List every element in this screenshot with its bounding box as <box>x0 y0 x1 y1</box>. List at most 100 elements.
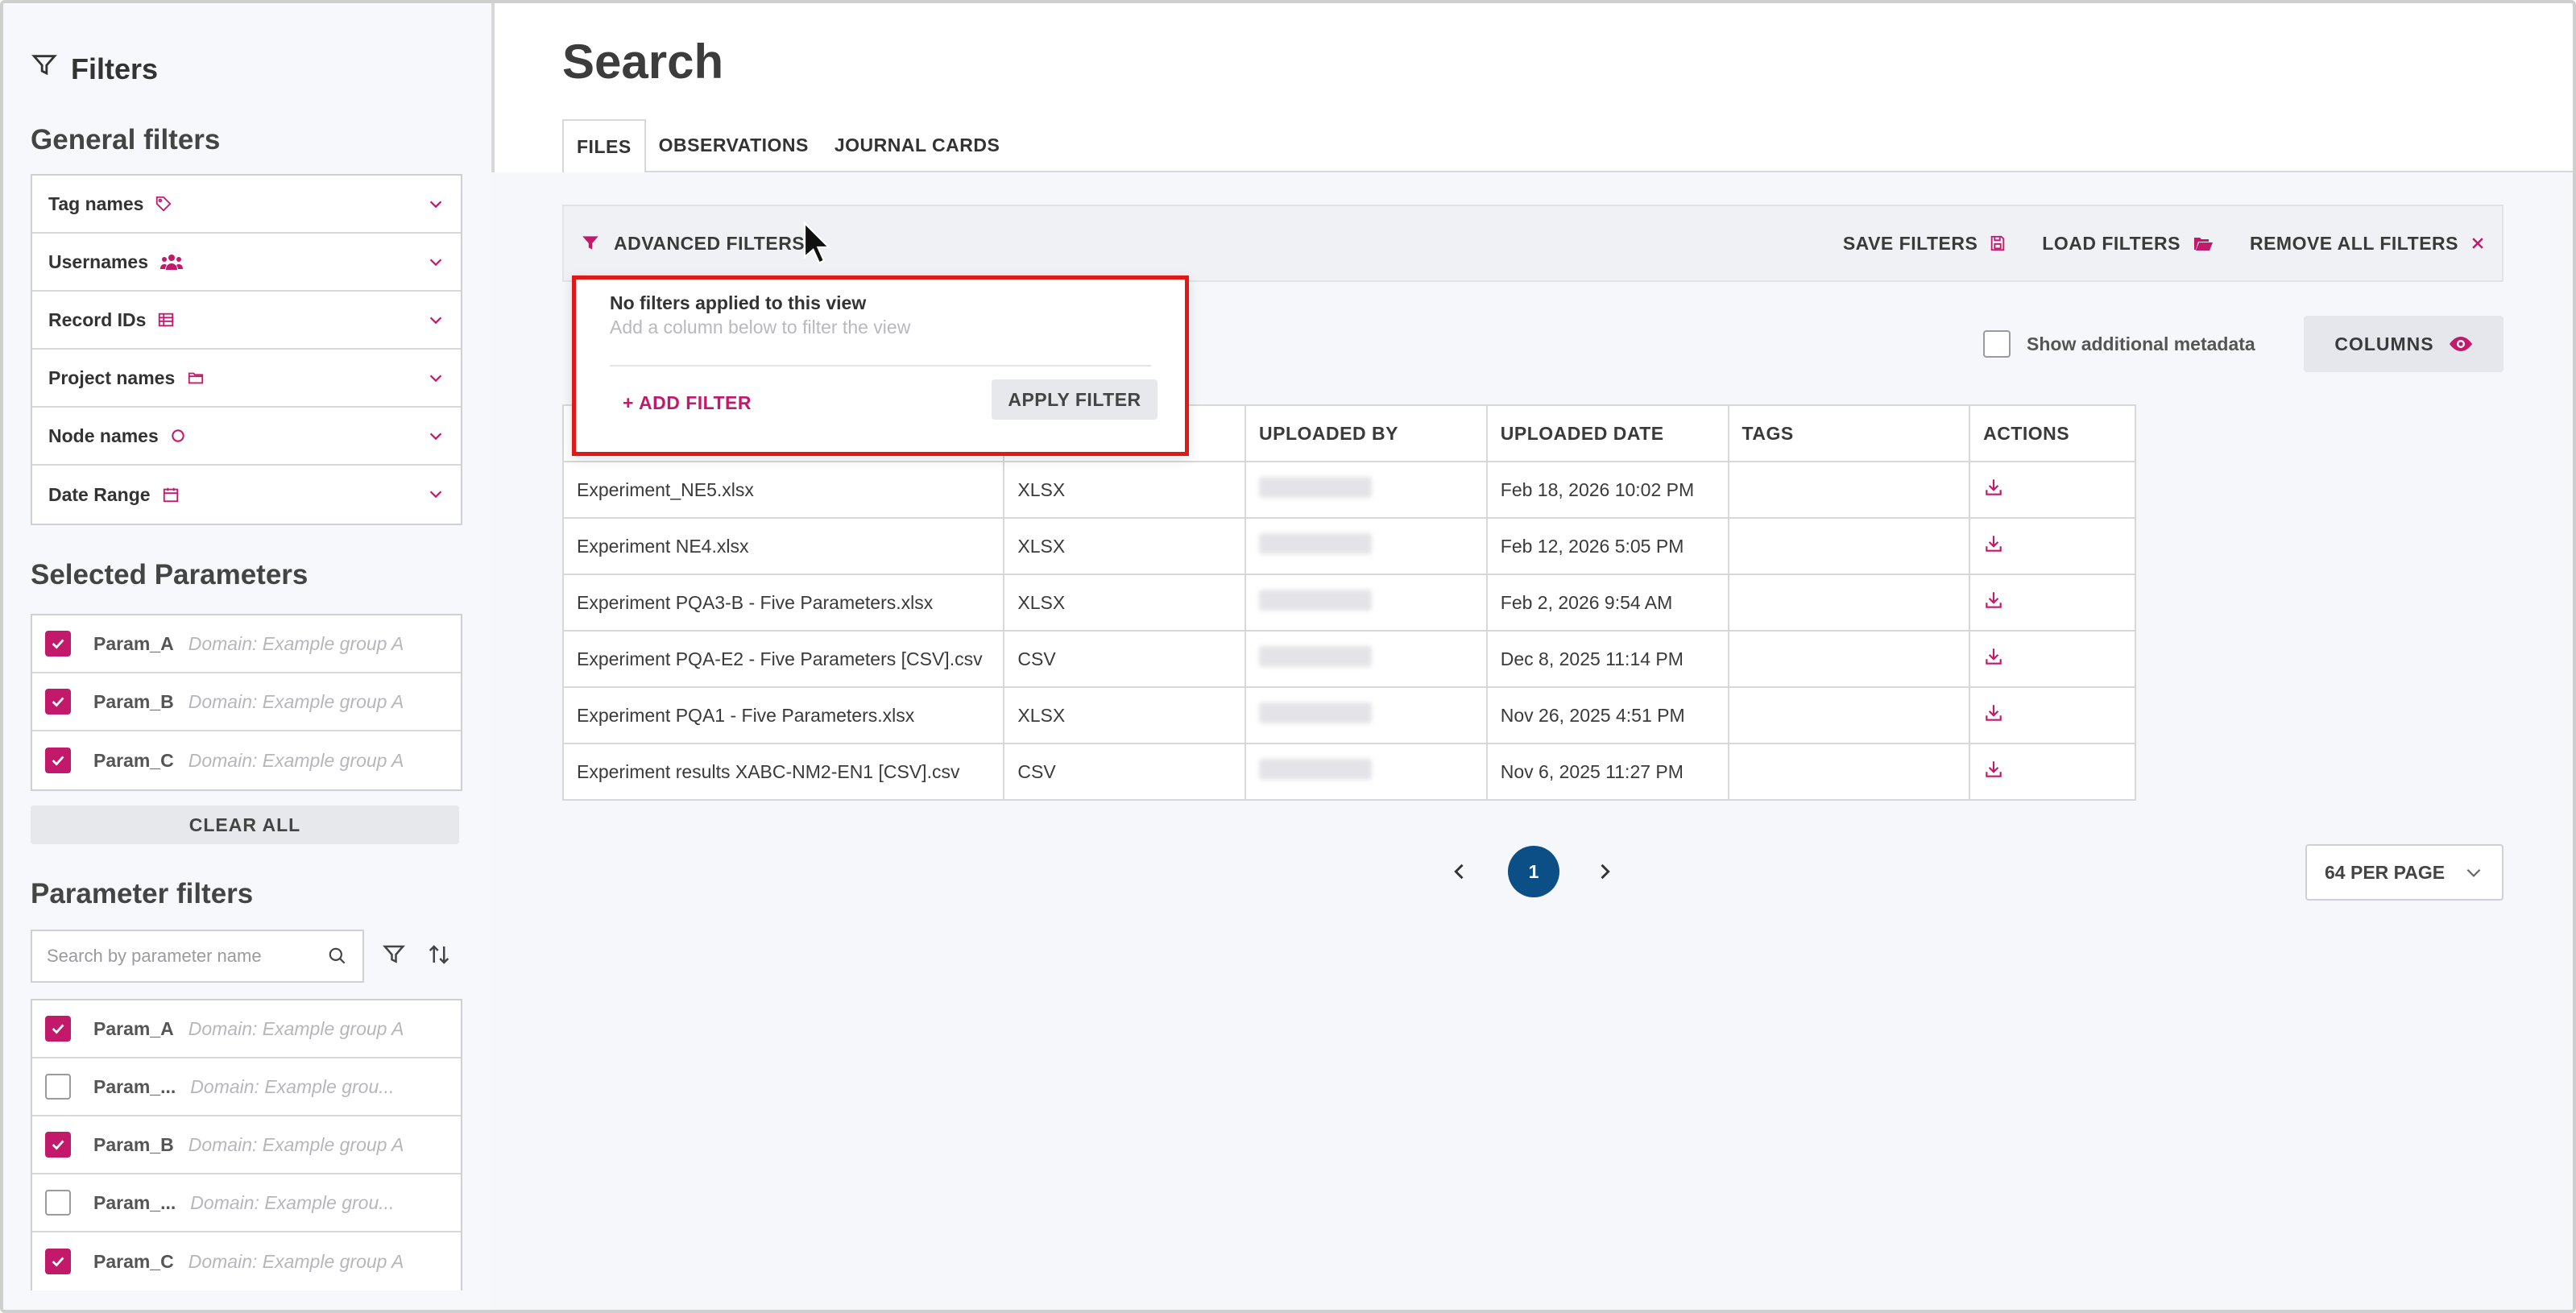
param-name: Param_C <box>93 749 174 771</box>
table-row[interactable]: Experiment NE4.xlsx XLSX Feb 12, 2026 5:… <box>561 517 2136 575</box>
selected-parameters-list: Param_A Domain: Example group A Param_B … <box>31 614 462 791</box>
param-checkbox[interactable] <box>45 748 71 773</box>
param-checkbox[interactable] <box>45 1249 71 1274</box>
next-page-button[interactable] <box>1593 860 1616 887</box>
per-page-select[interactable]: 64 PER PAGE <box>2305 844 2504 901</box>
filter-project-names[interactable]: Project names <box>32 350 461 408</box>
param-checkbox[interactable] <box>45 1074 71 1100</box>
advanced-filters-toggle[interactable]: ADVANCED FILTERS <box>614 233 805 255</box>
uploader <box>1245 686 1488 744</box>
download-icon[interactable] <box>1983 533 2004 554</box>
filter-label: Project names <box>48 367 176 388</box>
remove-all-filters-label: REMOVE ALL FILTERS <box>2249 232 2458 254</box>
tags-cell <box>1727 574 1971 632</box>
prev-page-button[interactable] <box>1448 860 1471 887</box>
apply-filter-button[interactable]: APPLY FILTER <box>992 379 1158 420</box>
folder-open-icon <box>2193 238 2213 251</box>
param-name: Param_A <box>93 632 174 654</box>
filter-icon[interactable] <box>382 942 406 971</box>
table-row[interactable]: Experiment PQA3-B - Five Parameters.xlsx… <box>561 574 2136 632</box>
tag-icon <box>155 195 172 213</box>
save-filters-button[interactable]: SAVE FILTERS <box>1843 233 2007 255</box>
filter-icon <box>31 52 58 86</box>
general-filters-heading: General filters <box>31 124 221 155</box>
filter-node-names[interactable]: Node names <box>32 408 461 466</box>
param-checkbox[interactable] <box>45 1190 71 1216</box>
parameter-search-input[interactable]: Search by parameter name <box>31 930 364 983</box>
file-name[interactable]: Experiment_NE5.xlsx <box>561 461 1005 519</box>
metadata-checkbox[interactable] <box>1983 330 2011 358</box>
users-icon <box>159 252 184 271</box>
remove-all-filters-button[interactable]: REMOVE ALL FILTERS <box>2250 233 2486 255</box>
file-type: CSV <box>1003 743 1247 801</box>
file-type: XLSX <box>1003 461 1247 519</box>
tags-cell <box>1727 630 1971 688</box>
param-name: Param_... <box>93 1191 176 1213</box>
download-icon[interactable] <box>1983 646 2004 667</box>
actions-cell <box>1969 630 2136 688</box>
tab-files[interactable]: FILES <box>562 119 646 172</box>
save-filters-label: SAVE FILTERS <box>1842 232 1978 254</box>
param-domain: Domain: Example group A <box>188 690 404 712</box>
add-filter-button[interactable]: + ADD FILTER <box>623 392 752 414</box>
filter-label: Node names <box>48 425 159 446</box>
download-icon[interactable] <box>1983 590 2004 611</box>
column-header-uploaded-date[interactable]: UPLOADED DATE <box>1485 404 1729 462</box>
actions-cell <box>1969 461 2136 519</box>
popover-title: No filters applied to this view <box>610 292 867 313</box>
table-row[interactable]: Experiment_NE5.xlsx XLSX Feb 18, 2026 10… <box>561 461 2136 519</box>
actions-cell <box>1969 686 2136 744</box>
download-icon[interactable] <box>1983 702 2004 723</box>
param-domain: Domain: Example grou... <box>190 1191 395 1213</box>
param-checkbox[interactable] <box>45 631 71 656</box>
selected-param-row: Param_A Domain: Example group A <box>32 615 461 673</box>
redacted-username <box>1259 477 1373 498</box>
file-name[interactable]: Experiment results XABC-NM2-EN1 [CSV].cs… <box>561 743 1005 801</box>
columns-button[interactable]: COLUMNS <box>2304 316 2504 372</box>
file-name[interactable]: Experiment PQA3-B - Five Parameters.xlsx <box>561 574 1005 632</box>
table-row[interactable]: Experiment results XABC-NM2-EN1 [CSV].cs… <box>561 743 2136 801</box>
circle-icon <box>170 428 186 444</box>
filter-date-range[interactable]: Date Range <box>32 466 461 524</box>
filter-label: Date Range <box>48 483 151 505</box>
download-icon[interactable] <box>1983 477 2004 498</box>
param-checkbox[interactable] <box>45 1016 71 1042</box>
page-title: Search <box>562 35 724 89</box>
folder-icon <box>186 369 205 387</box>
show-metadata-toggle[interactable]: Show additional metadata <box>1983 330 2255 358</box>
tab-observations[interactable]: OBSERVATIONS <box>646 119 822 171</box>
file-name[interactable]: Experiment PQA-E2 - Five Parameters [CSV… <box>561 630 1005 688</box>
tab-divider <box>562 171 2573 172</box>
uploader <box>1245 630 1488 688</box>
download-icon[interactable] <box>1983 759 2004 780</box>
filter-tag-names[interactable]: Tag names <box>32 176 461 234</box>
param-checkbox[interactable] <box>45 1132 71 1158</box>
filter-record-ids[interactable]: Record IDs <box>32 292 461 350</box>
param-checkbox[interactable] <box>45 689 71 714</box>
filter-usernames[interactable]: Usernames <box>32 234 461 292</box>
table-row[interactable]: Experiment PQA1 - Five Parameters.xlsx X… <box>561 686 2136 744</box>
load-filters-label: LOAD FILTERS <box>2042 232 2180 254</box>
upload-date: Feb 12, 2026 5:05 PM <box>1485 517 1729 575</box>
load-filters-button[interactable]: LOAD FILTERS <box>2042 233 2214 255</box>
file-name[interactable]: Experiment NE4.xlsx <box>561 517 1005 575</box>
tags-cell <box>1727 461 1971 519</box>
per-page-value: 64 PER PAGE <box>2325 861 2446 883</box>
selected-parameters-heading: Selected Parameters <box>31 559 309 590</box>
chevron-down-icon <box>427 311 445 333</box>
param-name: Param_... <box>93 1075 176 1097</box>
param-filter-row: Param_C Domain: Example group A <box>32 1232 461 1290</box>
upload-date: Feb 18, 2026 10:02 PM <box>1485 461 1729 519</box>
sort-icon[interactable] <box>427 942 451 971</box>
column-header-uploaded-by[interactable]: UPLOADED BY <box>1245 404 1488 462</box>
tab-journal-cards[interactable]: JOURNAL CARDS <box>822 119 1013 171</box>
clear-all-button[interactable]: CLEAR ALL <box>31 806 459 844</box>
file-name[interactable]: Experiment PQA1 - Five Parameters.xlsx <box>561 686 1005 744</box>
column-header-tags[interactable]: TAGS <box>1727 404 1971 462</box>
param-domain: Domain: Example grou... <box>190 1075 395 1097</box>
upload-date: Feb 2, 2026 9:54 AM <box>1485 574 1729 632</box>
current-page-button[interactable]: 1 <box>1508 846 1559 897</box>
advanced-filters-bar: ADVANCED FILTERS SAVE FILTERS LOAD FILTE… <box>562 205 2504 282</box>
table-row[interactable]: Experiment PQA-E2 - Five Parameters [CSV… <box>561 630 2136 688</box>
sidebar-header: Filters <box>31 52 158 86</box>
